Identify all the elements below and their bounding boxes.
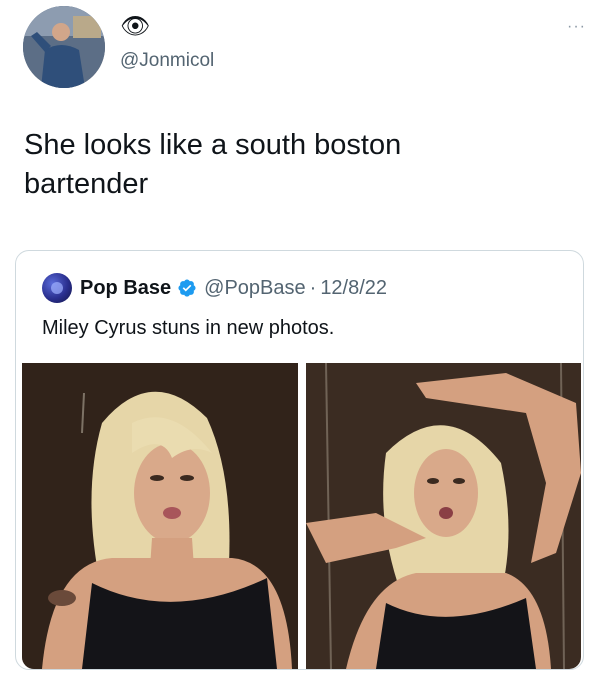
quoted-tweet-date[interactable]: 12/8/22 [320,277,387,300]
quoted-author-avatar[interactable] [42,273,72,303]
quoted-author-name[interactable]: Pop Base [80,277,171,300]
tweet-text: She looks like a south boston bartender [24,126,564,204]
tweet-text-line-2: bartender [24,168,149,200]
quoted-tweet-text: Miley Cyrus stuns in new photos. [42,317,335,339]
author-display-name[interactable]: 👁 [120,14,150,40]
quoted-photo-1[interactable] [22,363,298,669]
author-handle[interactable]: @Jonmicol [120,50,214,72]
author-avatar[interactable] [23,6,105,88]
quoted-tweet-card[interactable]: Pop Base @PopBase · 12/8/22 Miley Cyrus … [15,250,584,670]
quoted-photo-2[interactable] [306,363,581,669]
verified-badge-icon [178,279,196,297]
more-options-icon[interactable]: ··· [567,18,586,36]
quoted-author-handle[interactable]: @PopBase [204,277,305,300]
quoted-tweet-header: Pop Base @PopBase · 12/8/22 [42,273,387,303]
separator-dot: · [309,276,317,299]
tweet-text-line-1: She looks like a south boston [24,129,402,161]
eye-icon: 👁 [120,13,151,40]
